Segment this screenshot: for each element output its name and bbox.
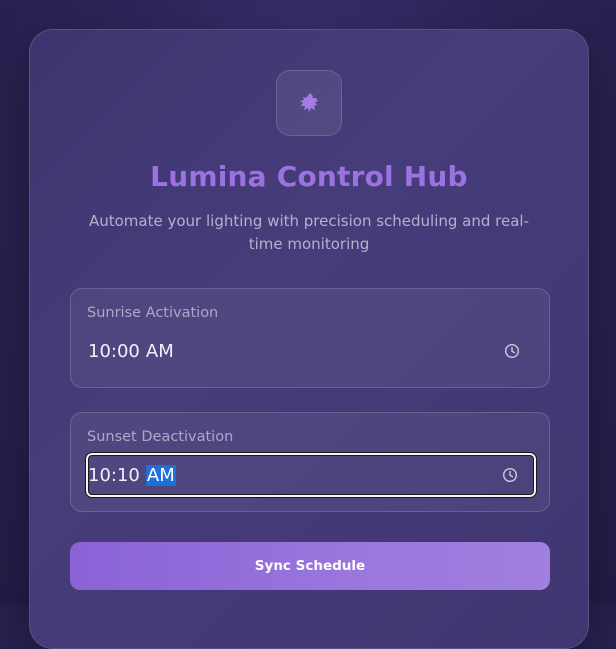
page-subtitle: Automate your lighting with precision sc…: [88, 212, 530, 253]
sunrise-field: Sunrise Activation 10:00 AM: [70, 288, 550, 388]
sunset-label: Sunset Deactivation: [87, 429, 234, 445]
sunrise-time-input[interactable]: 10:00 AM: [86, 329, 536, 373]
sunset-time-input[interactable]: 10:10 AM: [85, 452, 537, 498]
sunset-field: Sunset Deactivation 10:10 AM: [70, 412, 550, 512]
sync-schedule-button[interactable]: Sync Schedule: [70, 542, 550, 590]
sunset-period-value[interactable]: AM: [145, 464, 176, 486]
sunrise-time-value[interactable]: 10:00: [88, 341, 140, 362]
control-card: Lumina Control Hub Automate your lightin…: [29, 29, 589, 649]
sunrise-period-value[interactable]: AM: [146, 341, 174, 362]
page-title: Lumina Control Hub: [150, 160, 468, 193]
dragon-bolt-icon: [300, 93, 318, 112]
clock-icon[interactable]: [502, 467, 518, 483]
app-logo: [276, 70, 342, 136]
sunset-time-value[interactable]: 10:10: [88, 465, 140, 486]
clock-icon[interactable]: [504, 343, 520, 359]
sunrise-label: Sunrise Activation: [87, 305, 219, 321]
